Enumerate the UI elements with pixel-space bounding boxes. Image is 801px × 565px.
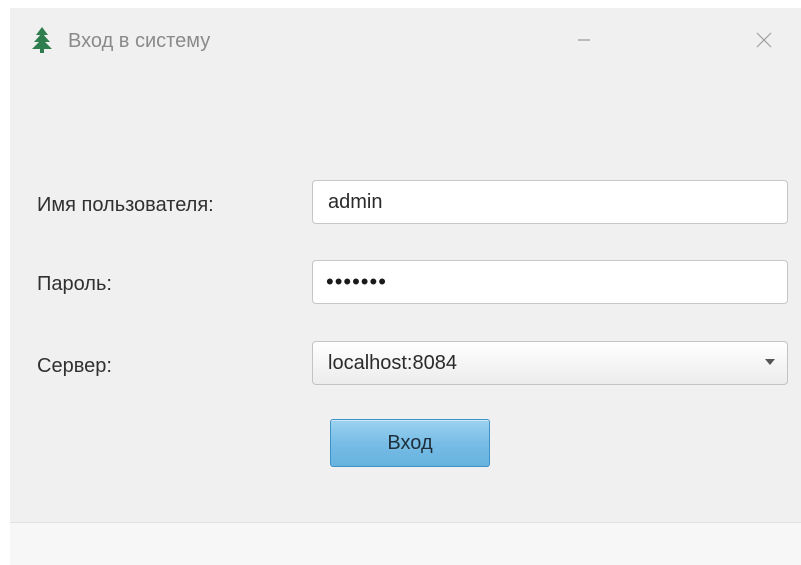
minimize-icon (578, 39, 590, 41)
minimize-button[interactable] (562, 18, 606, 62)
title-bar: Вход в систему (10, 8, 801, 76)
server-label: Сервер: (37, 355, 112, 377)
login-window: Вход в систему Имя пользователя: Пароль:… (10, 8, 801, 565)
server-selected-value: localhost:8084 (328, 352, 457, 374)
login-form: Имя пользователя: Пароль: ••••••• Сервер… (10, 76, 801, 522)
username-field[interactable] (312, 180, 788, 224)
tree-icon (32, 27, 52, 53)
bottom-bar (10, 522, 801, 565)
username-label: Имя пользователя: (37, 194, 214, 216)
login-button[interactable]: Вход (330, 419, 490, 467)
password-field[interactable] (312, 260, 788, 304)
close-icon (756, 32, 772, 48)
dropdown-arrow-icon[interactable] (765, 359, 775, 365)
close-button[interactable] (742, 18, 786, 62)
server-select[interactable]: localhost:8084 (312, 341, 788, 385)
password-label: Пароль: (37, 273, 112, 295)
window-title: Вход в систему (68, 30, 211, 52)
